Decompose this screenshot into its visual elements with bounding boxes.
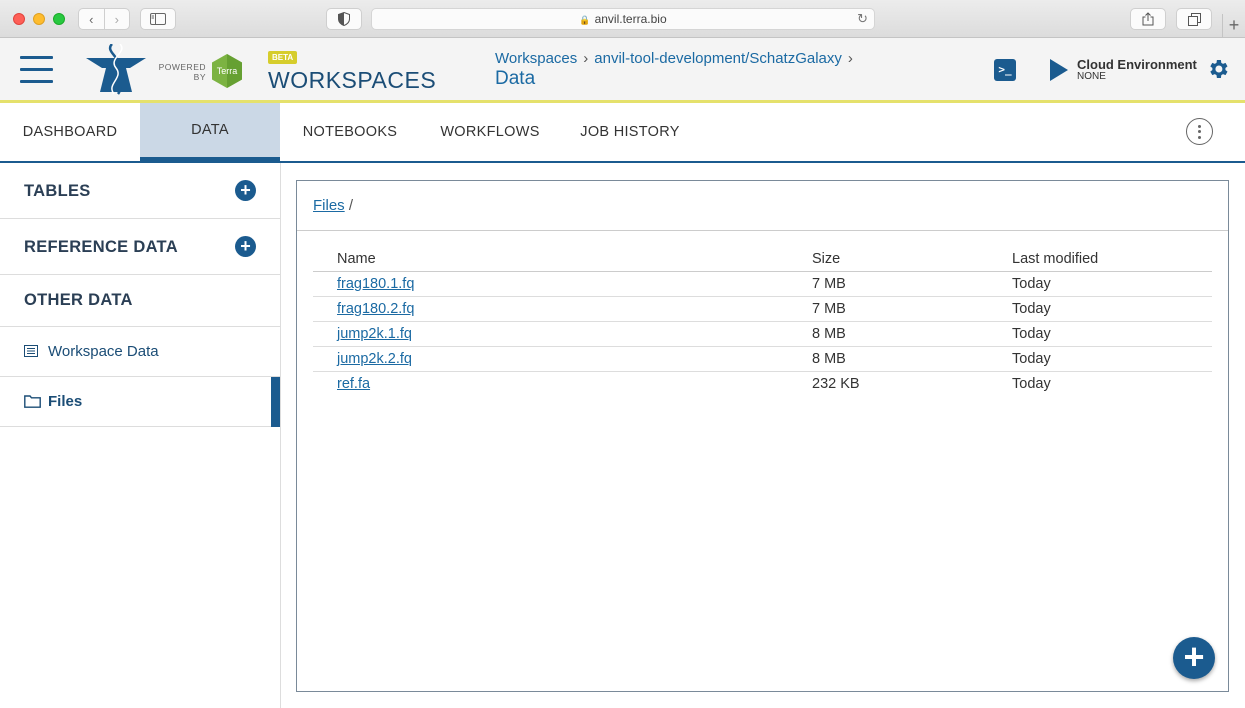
table-row: jump2k.2.fq 8 MB Today <box>313 346 1212 372</box>
table-row: frag180.2.fq 7 MB Today <box>313 296 1212 322</box>
file-name-cell: ref.fa <box>313 371 812 396</box>
table-row: frag180.1.fq 7 MB Today <box>313 271 1212 297</box>
sidebar-item-workspace-data[interactable]: Workspace Data <box>0 327 280 377</box>
files-table: Name Size Last modified frag180.1.fq 7 M… <box>313 247 1212 396</box>
sidebar-item-label: Files <box>48 393 83 410</box>
sidebar-toggle-button[interactable] <box>140 8 176 30</box>
breadcrumb-separator: › <box>583 50 589 67</box>
file-link[interactable]: jump2k.1.fq <box>337 326 412 342</box>
new-tab-button[interactable]: + <box>1222 14 1245 38</box>
other-data-section: OTHER DATA <box>0 275 280 327</box>
data-sidebar: TABLES + REFERENCE DATA + OTHER DATA Wor… <box>0 163 281 708</box>
sidebar-item-label: Workspace Data <box>48 343 159 360</box>
file-modified-cell: Today <box>1012 375 1051 392</box>
add-table-icon[interactable]: + <box>235 180 256 201</box>
file-size-cell: 7 MB <box>812 271 1012 297</box>
files-breadcrumb-separator: / <box>348 197 354 214</box>
file-modified-cell: Today <box>1012 296 1212 322</box>
minimize-window-button[interactable] <box>33 13 45 25</box>
beta-badge: BETA <box>268 51 298 64</box>
terminal-icon[interactable]: >_ <box>994 59 1016 81</box>
folder-icon <box>24 395 41 408</box>
forward-icon[interactable]: › <box>104 12 129 27</box>
column-header-name: Name <box>313 247 812 272</box>
file-link[interactable]: frag180.1.fq <box>337 276 414 292</box>
gear-icon[interactable] <box>1206 57 1230 81</box>
tables-label: TABLES <box>24 182 91 200</box>
sidebar-icon <box>150 13 166 25</box>
reference-data-section[interactable]: REFERENCE DATA + <box>0 219 280 275</box>
breadcrumb-workspaces-link[interactable]: Workspaces <box>495 50 577 67</box>
privacy-button[interactable] <box>326 8 362 30</box>
menu-icon[interactable] <box>20 56 53 84</box>
table-row: jump2k.1.fq 8 MB Today <box>313 321 1212 347</box>
file-name-cell: frag180.1.fq <box>313 271 812 297</box>
breadcrumb-separator: › <box>847 50 853 67</box>
tabs-icon <box>1187 12 1201 26</box>
tab-data[interactable]: DATA <box>140 103 280 163</box>
page-title: Data <box>495 68 536 89</box>
breadcrumb: Workspaces › anvil-tool-development/Schatz… <box>495 50 859 67</box>
tab-notebooks[interactable]: NOTEBOOKS <box>280 103 420 161</box>
reload-icon[interactable]: ↻ <box>857 9 868 29</box>
file-modified-cell: Today <box>1012 271 1212 297</box>
file-size-cell: 8 MB <box>812 321 1012 347</box>
address-bar[interactable]: 🔒 anvil.terra.bio ↻ <box>371 8 875 30</box>
tables-section[interactable]: TABLES + <box>0 163 280 219</box>
column-header-size: Size <box>812 247 1012 272</box>
file-name-cell: jump2k.1.fq <box>313 321 812 347</box>
table-row: ref.fa 232 KB Today <box>313 371 1212 396</box>
show-tabs-button[interactable] <box>1176 8 1212 30</box>
app-header: POWERED BY Terra BETA WORKSPACES Workspac… <box>0 38 1245 103</box>
shield-icon <box>338 12 350 26</box>
history-nav: ‹ › <box>78 8 130 30</box>
other-data-label: OTHER DATA <box>24 291 133 309</box>
column-header-last-modified: Last modified <box>1012 247 1212 272</box>
powered-by-text: POWERED BY <box>158 62 206 82</box>
cloud-environment-label[interactable]: Cloud Environment <box>1077 57 1197 72</box>
file-size-cell: 232 KB <box>812 375 860 392</box>
share-button[interactable] <box>1130 8 1166 30</box>
table-header-row: Name Size Last modified <box>313 247 1212 272</box>
anvil-logo[interactable] <box>84 44 148 96</box>
more-options-icon[interactable] <box>1186 118 1213 145</box>
list-icon <box>24 345 38 357</box>
file-size-cell: 7 MB <box>812 296 1012 322</box>
sidebar-item-files[interactable]: Files <box>0 377 280 427</box>
add-reference-data-icon[interactable]: + <box>235 236 256 257</box>
files-panel: Files / Name Size Last modified frag180.… <box>296 180 1229 692</box>
file-name-cell: jump2k.2.fq <box>313 346 812 372</box>
file-size-cell: 8 MB <box>812 346 1012 372</box>
file-name-cell: frag180.2.fq <box>313 296 812 322</box>
share-icon <box>1142 12 1154 26</box>
back-icon[interactable]: ‹ <box>79 12 104 27</box>
file-link[interactable]: jump2k.2.fq <box>337 351 412 367</box>
tab-workflows[interactable]: WORKFLOWS <box>420 103 560 161</box>
reference-data-label: REFERENCE DATA <box>24 238 178 256</box>
terra-logo-text: Terra <box>217 66 238 76</box>
workspace-tabs: DASHBOARD DATA NOTEBOOKS WORKFLOWS JOB H… <box>0 103 1245 163</box>
divider <box>297 230 1228 231</box>
lock-icon: 🔒 <box>579 15 591 25</box>
app-title: WORKSPACES <box>268 67 437 93</box>
file-link[interactable]: ref.fa <box>337 376 370 392</box>
breadcrumb-workspace-link[interactable]: anvil-tool-development/SchatzGalaxy <box>594 50 842 67</box>
zoom-window-button[interactable] <box>53 13 65 25</box>
close-window-button[interactable] <box>13 13 25 25</box>
files-breadcrumb: Files / <box>313 197 353 214</box>
file-modified-cell: Today <box>1012 321 1212 347</box>
url-text: anvil.terra.bio <box>594 12 667 26</box>
files-root-link[interactable]: Files <box>313 197 345 214</box>
file-modified-cell: Today <box>1012 346 1212 372</box>
upload-file-button[interactable]: + <box>1173 637 1215 679</box>
terra-logo: Terra <box>212 54 242 88</box>
play-icon[interactable] <box>1050 59 1068 81</box>
file-link[interactable]: frag180.2.fq <box>337 301 414 317</box>
tab-dashboard[interactable]: DASHBOARD <box>0 103 140 161</box>
tab-job-history[interactable]: JOB HISTORY <box>560 103 700 161</box>
cloud-environment-status: NONE <box>1077 71 1106 82</box>
browser-toolbar: ‹ › 🔒 anvil.terra.bio ↻ + <box>0 0 1245 38</box>
